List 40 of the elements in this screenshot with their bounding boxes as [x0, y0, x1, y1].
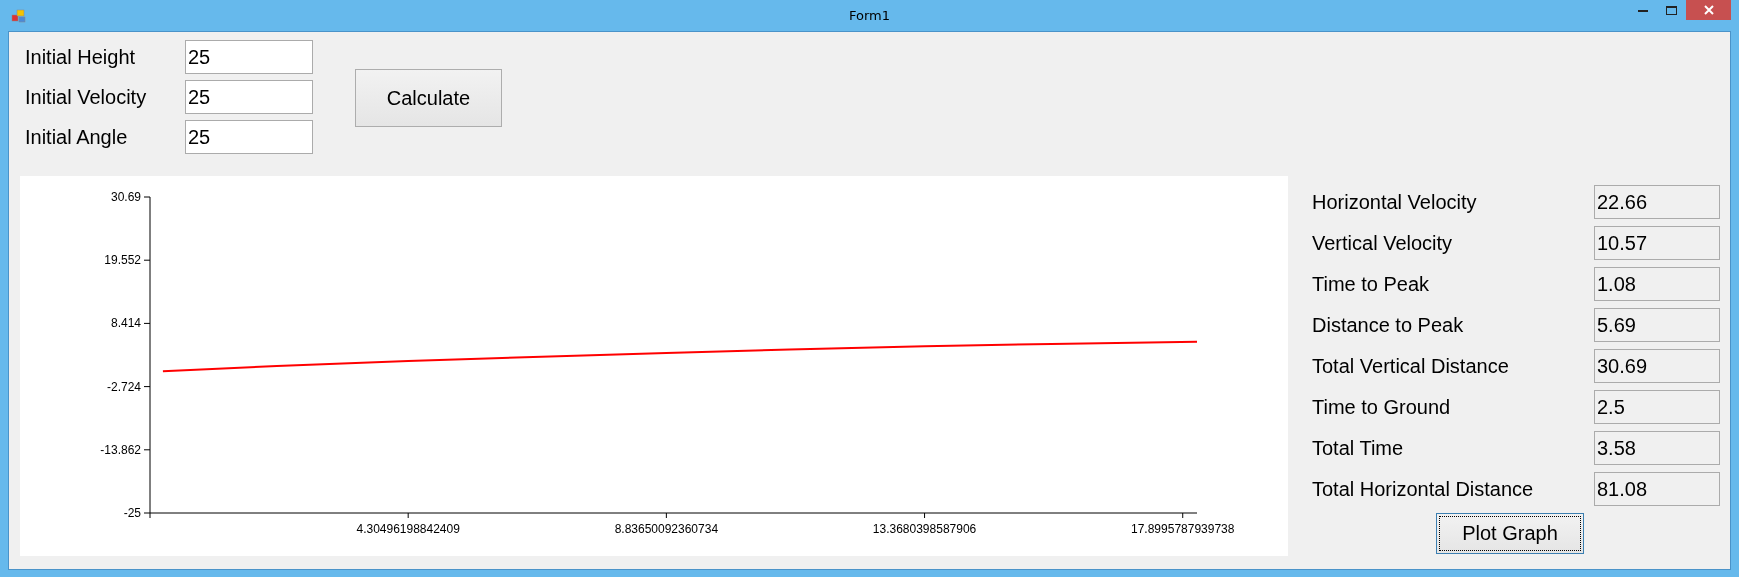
- result-field[interactable]: 2.5: [1594, 390, 1720, 424]
- result-field[interactable]: 81.08: [1594, 472, 1720, 506]
- result-field[interactable]: 10.57: [1594, 226, 1720, 260]
- result-label: Total Time: [1312, 436, 1405, 460]
- y-tick-label: -13.862: [100, 442, 141, 457]
- minimize-icon: [1638, 8, 1648, 12]
- result-label: Total Vertical Distance: [1312, 354, 1510, 378]
- y-tick-label: 19.552: [104, 253, 141, 268]
- result-label: Horizontal Velocity: [1312, 190, 1478, 214]
- input-field[interactable]: 25: [185, 40, 313, 74]
- result-label: Distance to Peak: [1312, 313, 1465, 337]
- window-title: Form1: [849, 8, 890, 23]
- result-label: Time to Ground: [1312, 395, 1452, 419]
- y-tick-label: -2.724: [106, 379, 141, 394]
- y-tick-label: -25: [123, 506, 141, 520]
- close-icon: [1703, 5, 1714, 15]
- input-field[interactable]: 25: [185, 80, 313, 114]
- y-tick-label: 8.414: [110, 316, 141, 331]
- result-label: Vertical Velocity: [1312, 231, 1454, 255]
- y-tick-label: 30.69: [110, 190, 141, 204]
- result-field[interactable]: 3.58: [1594, 431, 1720, 465]
- x-tick-label: 17.8995787939738: [1131, 522, 1235, 536]
- app-icon: [11, 8, 27, 24]
- result-label: Total Horizontal Distance: [1312, 477, 1535, 501]
- x-tick-label: 4.30496198842409: [356, 522, 460, 536]
- close-button[interactable]: [1686, 0, 1731, 20]
- result-field[interactable]: 1.08: [1594, 267, 1720, 301]
- field-label: Initial Angle: [25, 125, 129, 149]
- result-field[interactable]: 22.66: [1594, 185, 1720, 219]
- field-label: Initial Height: [25, 45, 137, 69]
- plot-graph-button[interactable]: Plot Graph: [1436, 513, 1584, 554]
- result-label: Time to Peak: [1312, 272, 1431, 296]
- result-field[interactable]: 30.69: [1594, 349, 1720, 383]
- field-label: Initial Velocity: [25, 85, 148, 109]
- input-field[interactable]: 25: [185, 120, 313, 154]
- calculate-button[interactable]: Calculate: [355, 69, 502, 127]
- result-field[interactable]: 5.69: [1594, 308, 1720, 342]
- maximize-icon: [1665, 5, 1677, 15]
- x-tick-label: 13.3680398587906: [872, 522, 977, 536]
- x-tick-label: 8.83650092360734: [614, 522, 719, 536]
